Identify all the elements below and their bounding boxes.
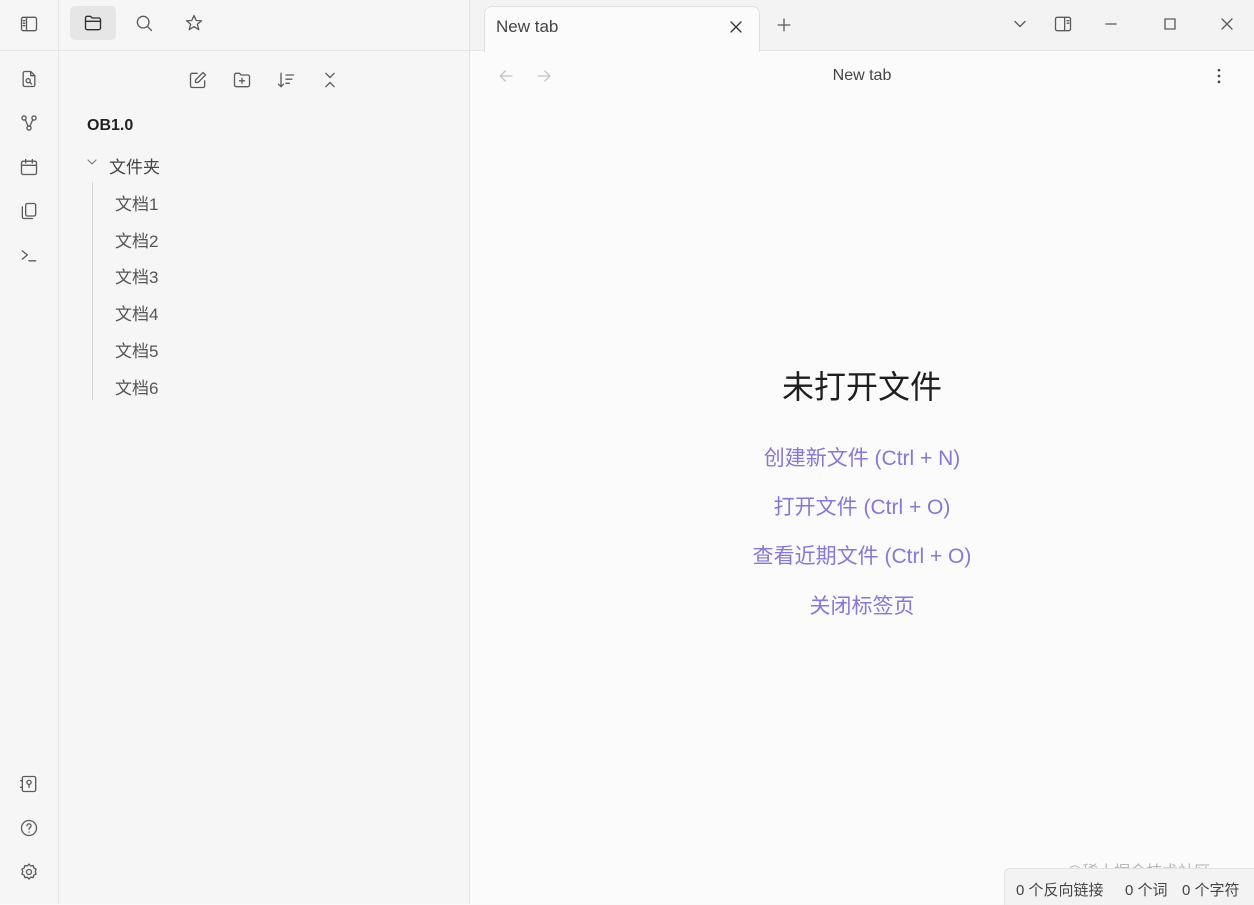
ribbon bbox=[0, 0, 59, 904]
tab-list-chevron-icon[interactable] bbox=[1008, 12, 1032, 36]
folder-icon[interactable] bbox=[81, 11, 105, 35]
status-word-count: 0 个词 bbox=[1125, 882, 1168, 899]
tree-indent-guide bbox=[92, 182, 93, 400]
collapse-all-icon[interactable] bbox=[318, 68, 342, 92]
open-quick-switcher-icon[interactable] bbox=[17, 67, 41, 91]
new-folder-icon[interactable] bbox=[230, 68, 254, 92]
vault-name[interactable]: OB1.0 bbox=[87, 117, 133, 135]
tree-file-5[interactable]: 文档5 bbox=[115, 337, 158, 362]
chevron-down-icon[interactable] bbox=[82, 152, 102, 172]
tree-file-3[interactable]: 文档3 bbox=[115, 263, 158, 288]
open-file-link[interactable]: 打开文件 (Ctrl + O) bbox=[470, 491, 1254, 521]
empty-state-title: 未打开文件 bbox=[781, 369, 942, 405]
tree-file-4[interactable]: 文档4 bbox=[115, 300, 158, 325]
maximize-window-icon[interactable] bbox=[1158, 12, 1182, 36]
tree-folder[interactable]: 文件夹 bbox=[109, 153, 160, 178]
sidebar-tab-header bbox=[59, 0, 469, 51]
more-options-icon[interactable] bbox=[1207, 64, 1231, 88]
new-tab-plus-icon[interactable] bbox=[772, 13, 796, 37]
view-title: New tab bbox=[832, 67, 892, 84]
status-backlinks[interactable]: 0 个反向链接 bbox=[1016, 879, 1104, 900]
search-icon[interactable] bbox=[132, 11, 156, 35]
tree-file-6[interactable]: 文档6 bbox=[115, 374, 158, 399]
sort-order-icon[interactable] bbox=[274, 68, 298, 92]
new-note-icon[interactable] bbox=[186, 68, 210, 92]
recent-files-link[interactable]: 查看近期文件 (Ctrl + O) bbox=[470, 540, 1254, 570]
file-explorer-pane bbox=[59, 0, 470, 904]
create-new-file-link[interactable]: 创建新文件 (Ctrl + N) bbox=[470, 442, 1254, 472]
tree-file-2[interactable]: 文档2 bbox=[115, 227, 158, 252]
bookmark-star-icon[interactable] bbox=[182, 11, 206, 35]
tree-file-1[interactable]: 文档1 bbox=[115, 190, 158, 215]
close-tab-icon[interactable] bbox=[724, 15, 748, 39]
templates-icon[interactable] bbox=[17, 199, 41, 223]
open-vault-icon[interactable] bbox=[17, 772, 41, 796]
status-char-count: 0 个字符 bbox=[1182, 882, 1240, 899]
minimize-window-icon[interactable] bbox=[1099, 12, 1123, 36]
tab-label: New tab bbox=[496, 17, 559, 36]
toggle-left-sidebar-icon[interactable] bbox=[17, 12, 41, 36]
daily-note-icon[interactable] bbox=[17, 155, 41, 179]
close-tab-link[interactable]: 关闭标签页 bbox=[470, 590, 1254, 620]
command-palette-icon[interactable] bbox=[17, 243, 41, 267]
toggle-right-sidebar-icon[interactable] bbox=[1051, 12, 1075, 36]
settings-icon[interactable] bbox=[17, 860, 41, 884]
graph-view-icon[interactable] bbox=[17, 111, 41, 135]
close-window-icon[interactable] bbox=[1215, 12, 1239, 36]
help-icon[interactable] bbox=[17, 816, 41, 840]
